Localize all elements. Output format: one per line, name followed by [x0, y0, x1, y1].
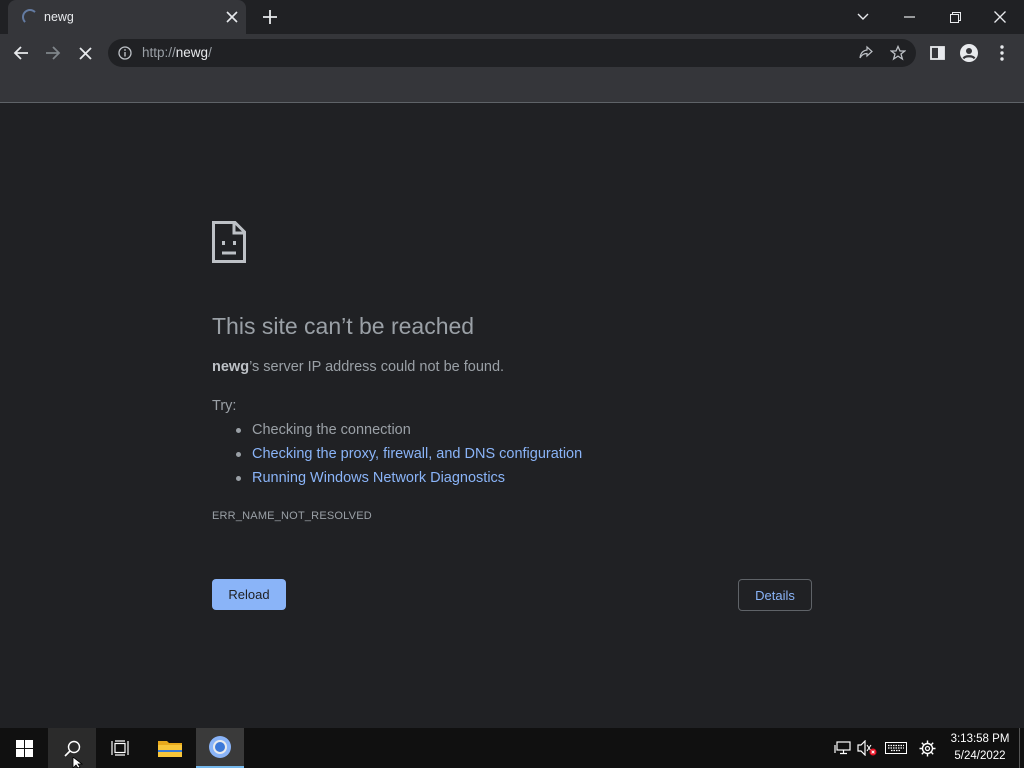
- task-view-icon: [111, 740, 129, 756]
- tab-search-button[interactable]: [851, 5, 875, 29]
- error-message: newg’s server IP address could not be fo…: [212, 359, 504, 375]
- loading-spinner-icon: [22, 9, 38, 25]
- error-message-text: ’s server IP address could not be found.: [249, 359, 505, 375]
- close-icon: [994, 11, 1006, 23]
- network-tray-button[interactable]: [833, 738, 853, 758]
- share-button[interactable]: [858, 45, 874, 66]
- mouse-cursor-icon: [72, 757, 83, 768]
- restore-icon: [949, 11, 961, 23]
- settings-tray-button[interactable]: [917, 738, 937, 758]
- file-explorer-icon: [158, 741, 182, 757]
- keyboard-icon: [885, 742, 907, 754]
- touch-keyboard-button[interactable]: [884, 738, 908, 758]
- info-icon: [118, 46, 132, 60]
- address-bar[interactable]: http://newg/: [108, 39, 916, 67]
- suggestions-list: Checking the connection Checking the pro…: [236, 419, 582, 491]
- url-host: newg: [175, 45, 209, 60]
- reload-button[interactable]: Reload: [212, 579, 286, 610]
- chrome-icon: [209, 736, 231, 758]
- suggestion-check-connection: Checking the connection: [236, 419, 582, 443]
- file-explorer-button[interactable]: [146, 728, 194, 768]
- try-label: Try:: [212, 398, 237, 414]
- minimize-icon: [903, 16, 915, 18]
- profile-icon: [960, 44, 978, 62]
- error-page: This site can’t be reached newg’s server…: [0, 103, 1024, 728]
- url-text: http://newg/: [142, 45, 212, 60]
- side-panel-button[interactable]: [925, 41, 949, 65]
- close-window-button[interactable]: [988, 5, 1012, 29]
- search-icon: [63, 740, 80, 757]
- error-host: newg: [212, 359, 250, 375]
- back-button[interactable]: [9, 41, 33, 65]
- stop-icon: [78, 46, 92, 60]
- chrome-taskbar-button[interactable]: [196, 728, 244, 768]
- network-icon: [834, 741, 851, 755]
- forward-button[interactable]: [41, 41, 65, 65]
- clock[interactable]: 3:13:58 PM 5/24/2022: [944, 731, 1016, 765]
- suggestion-diagnostics-link[interactable]: Running Windows Network Diagnostics: [236, 467, 582, 491]
- more-vert-icon: [1000, 45, 1004, 61]
- menu-button[interactable]: [990, 41, 1014, 65]
- browser-tab[interactable]: newg: [8, 0, 246, 34]
- show-desktop-button[interactable]: [1019, 728, 1020, 768]
- site-info-button[interactable]: [118, 46, 132, 65]
- volume-tray-button[interactable]: [857, 738, 877, 758]
- clock-date: 5/24/2022: [954, 750, 1006, 762]
- restore-button[interactable]: [943, 5, 967, 29]
- url-scheme: http://: [142, 45, 176, 60]
- start-button[interactable]: [0, 728, 48, 768]
- plus-icon: [263, 10, 277, 24]
- error-title: This site can’t be reached: [212, 313, 475, 339]
- new-tab-button[interactable]: [259, 6, 281, 28]
- minimize-button[interactable]: [897, 5, 921, 29]
- forward-arrow-icon: [46, 46, 61, 60]
- close-icon: [226, 11, 238, 23]
- error-code: ERR_NAME_NOT_RESOLVED: [212, 510, 372, 522]
- profile-button[interactable]: [957, 41, 981, 65]
- stop-loading-button[interactable]: [73, 41, 97, 65]
- task-view-button[interactable]: [96, 728, 144, 768]
- url-path: /: [208, 45, 212, 60]
- share-icon: [859, 45, 873, 59]
- back-arrow-icon: [13, 46, 28, 60]
- taskbar: 3:13:58 PM 5/24/2022: [0, 728, 1024, 768]
- details-button[interactable]: Details: [738, 579, 812, 611]
- tab-strip: newg: [0, 0, 1024, 34]
- bookmark-star-button[interactable]: [889, 44, 907, 66]
- side-panel-icon: [929, 46, 945, 60]
- settings-icon: [919, 740, 935, 756]
- tab-title: newg: [44, 10, 74, 24]
- star-icon: [889, 44, 907, 61]
- chevron-down-icon: [857, 13, 869, 20]
- bookmarks-bar: [0, 72, 1024, 103]
- windows-start-icon: [15, 739, 33, 757]
- suggestion-proxy-link[interactable]: Checking the proxy, firewall, and DNS co…: [236, 443, 582, 467]
- sad-page-icon: [212, 221, 246, 268]
- volume-muted-icon: [857, 740, 877, 756]
- tab-close-button[interactable]: [222, 7, 242, 27]
- browser-toolbar: http://newg/: [0, 34, 1024, 72]
- clock-time: 3:13:58 PM: [950, 733, 1010, 745]
